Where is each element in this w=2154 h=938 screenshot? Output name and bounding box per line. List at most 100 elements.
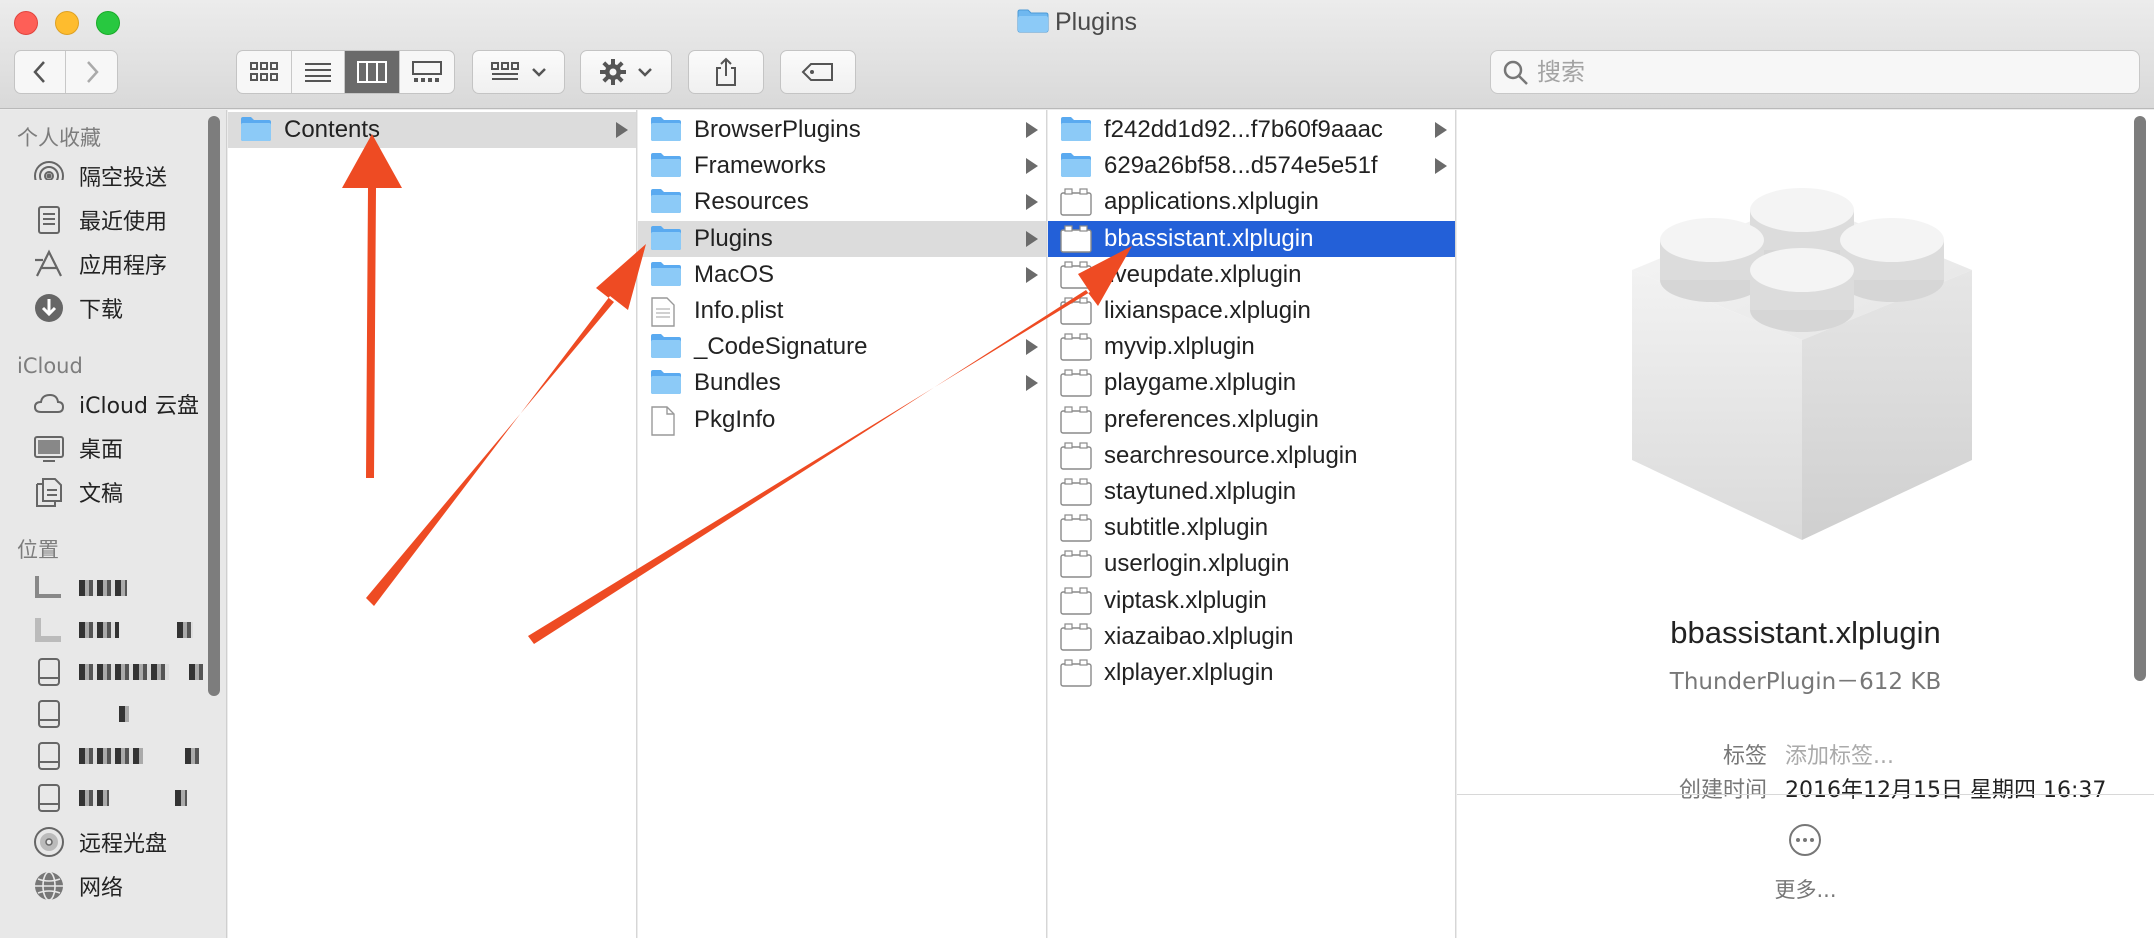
file-row[interactable]: _CodeSignature	[638, 329, 1046, 365]
file-row[interactable]: playgame.xlplugin	[1048, 365, 1455, 401]
search-input[interactable]	[1537, 57, 2117, 87]
file-row[interactable]: Resources	[638, 184, 1046, 220]
document-icon	[650, 405, 676, 443]
disclosure-arrow-icon	[1435, 122, 1447, 138]
file-row[interactable]: xlplayer.xlplugin	[1048, 655, 1455, 691]
file-row-contents[interactable]: Contents	[228, 112, 636, 148]
disclosure-arrow-icon	[1026, 230, 1038, 247]
plugin-file-icon	[1060, 261, 1092, 296]
sidebar-item-disk-1[interactable]	[33, 610, 193, 650]
file-row[interactable]: searchresource.xlplugin	[1048, 438, 1455, 474]
sidebar-scrollbar[interactable]	[208, 116, 220, 696]
desktop-icon	[34, 436, 64, 462]
edit-tags-button[interactable]	[780, 50, 856, 94]
sidebar-item-applications[interactable]: 应用程序	[33, 244, 167, 284]
sidebar-item-label: 网络	[79, 876, 124, 901]
sidebar-item-disk-2[interactable]	[33, 652, 203, 692]
file-row[interactable]: xiazaibao.xlplugin	[1048, 619, 1455, 655]
folder-icon	[1060, 152, 1092, 185]
disclosure-arrow-icon	[1435, 158, 1447, 175]
applications-icon	[35, 249, 62, 277]
icloud-icon	[33, 393, 65, 413]
plugin-file-icon	[1060, 297, 1092, 332]
file-row[interactable]: subtitle.xlplugin	[1048, 510, 1455, 546]
plugin-file-icon	[1060, 188, 1092, 223]
sidebar-item-recents[interactable]: 最近使用	[33, 200, 167, 240]
file-row[interactable]: PkgInfo	[638, 402, 1046, 438]
sidebar-item-remote-disc[interactable]: 远程光盘	[33, 822, 167, 862]
sidebar-item-disk-3[interactable]	[33, 694, 129, 734]
preview-file-kind: ThunderPlugin－612 KB	[1669, 669, 1942, 695]
plugin-file-icon	[1060, 442, 1092, 477]
sidebar-item-disk-4[interactable]	[33, 736, 199, 776]
share-button[interactable]	[688, 50, 764, 94]
group-by-button[interactable]	[472, 50, 565, 94]
file-name: myvip.xlplugin	[1104, 333, 1255, 361]
file-row[interactable]: viptask.xlplugin	[1048, 583, 1455, 619]
file-row[interactable]: Frameworks	[638, 148, 1046, 184]
search-field[interactable]	[1490, 50, 2140, 94]
sidebar-item-label: 应用程序	[79, 254, 168, 279]
tags-input[interactable]: 添加标签...	[1785, 738, 1894, 770]
sidebar-item-downloads[interactable]: 下载	[33, 288, 123, 328]
sidebar-section-icloud: iCloud	[17, 354, 83, 378]
folder-icon	[650, 188, 682, 221]
redacted-label	[175, 790, 187, 806]
file-row[interactable]: BrowserPlugins	[638, 112, 1046, 148]
file-name: MacOS	[694, 260, 775, 288]
file-row[interactable]: preferences.xlplugin	[1048, 402, 1455, 438]
sidebar-item-icloud-drive[interactable]: iCloud 云盘	[33, 384, 199, 424]
file-name: lixianspace.xlplugin	[1104, 297, 1311, 324]
icon-view-button[interactable]	[237, 51, 292, 93]
sidebar-item-network[interactable]: 网络	[33, 866, 123, 906]
file-row[interactable]: applications.xlplugin	[1048, 184, 1455, 220]
sidebar-item-label: 文稿	[79, 482, 124, 507]
redacted-label	[79, 664, 169, 680]
plugin-file-icon	[1060, 478, 1092, 513]
file-row[interactable]: Info.plist	[638, 293, 1046, 329]
file-row[interactable]: bbassistant.xlplugin	[1048, 220, 1455, 257]
folder-icon	[650, 333, 682, 366]
file-row[interactable]: liveupdate.xlplugin	[1048, 257, 1455, 293]
file-row[interactable]: Bundles	[638, 365, 1046, 401]
browser-column-3: f242dd1d92...f7b60f9aaac 629a26bf58...d57…	[1048, 110, 1456, 938]
sidebar-item-disk-5[interactable]	[33, 778, 187, 818]
redacted-label	[189, 664, 203, 680]
list-view-button[interactable]	[292, 51, 346, 93]
more-button-label[interactable]: 更多...	[1457, 874, 2154, 904]
sidebar-item-documents[interactable]: 文稿	[33, 472, 123, 512]
file-name: subtitle.xlplugin	[1104, 514, 1269, 542]
file-name: Bundles	[694, 369, 781, 397]
gallery-view-button[interactable]	[400, 51, 454, 93]
action-button[interactable]	[580, 50, 672, 94]
file-row[interactable]: staytuned.xlplugin	[1048, 474, 1455, 510]
sidebar-section-locations: 位置	[17, 538, 59, 562]
downloads-icon	[35, 294, 63, 322]
sidebar-item-computer[interactable]	[33, 568, 127, 608]
folder-icon	[650, 225, 682, 258]
sidebar-item-label: 桌面	[79, 438, 124, 463]
search-icon	[1503, 60, 1528, 85]
file-name: f242dd1d92...f7b60f9aaac	[1104, 116, 1383, 143]
preview-divider	[1457, 794, 2154, 795]
preview-scrollbar[interactable]	[2134, 116, 2146, 681]
file-row[interactable]: f242dd1d92...f7b60f9aaac	[1048, 112, 1455, 148]
file-row[interactable]: 629a26bf58...d574e5e51f	[1048, 148, 1455, 184]
preview-file-name: bbassistant.xlplugin	[1670, 615, 1941, 650]
chevron-down-icon	[531, 68, 546, 77]
more-icon[interactable]	[1787, 822, 1823, 858]
redacted-label	[119, 706, 129, 722]
forward-button[interactable]	[66, 51, 117, 93]
sidebar-item-desktop[interactable]: 桌面	[33, 428, 123, 468]
file-row[interactable]: lixianspace.xlplugin	[1048, 293, 1455, 329]
sidebar-item-airdrop[interactable]: 隔空投送	[33, 156, 167, 196]
file-row[interactable]: MacOS	[638, 257, 1046, 293]
back-button[interactable]	[15, 51, 67, 93]
column-view-button[interactable]	[345, 51, 400, 93]
folder-icon	[650, 152, 682, 185]
file-row[interactable]: myvip.xlplugin	[1048, 329, 1455, 365]
file-row[interactable]: userlogin.xlplugin	[1048, 546, 1455, 582]
file-row[interactable]: Plugins	[638, 220, 1046, 258]
file-name: playgame.xlplugin	[1104, 369, 1297, 397]
sidebar: 个人收藏 隔空投送 最近使用 应用程序 下载 iCloud iCloud 云盘 …	[0, 110, 227, 938]
